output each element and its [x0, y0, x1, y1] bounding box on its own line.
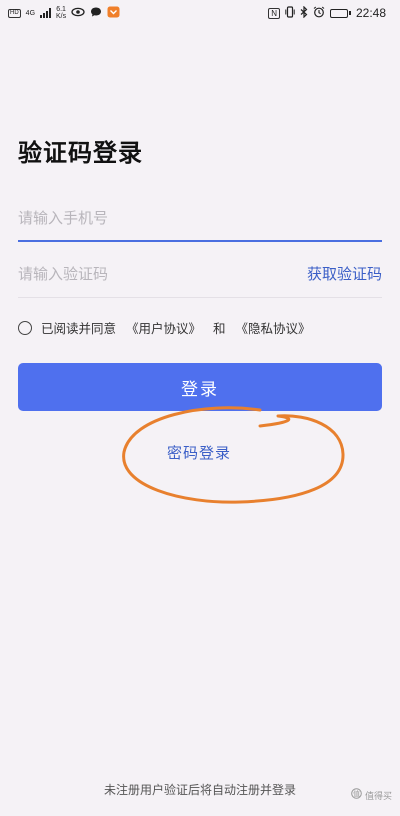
status-time: 22:48 [355, 6, 386, 20]
watermark-logo-icon: 值 [351, 788, 362, 802]
agreement-and: 和 [213, 321, 226, 336]
page-title: 验证码登录 [18, 139, 143, 167]
password-login-link[interactable]: 密码登录 [167, 442, 231, 463]
watermark-text: 值得买 [364, 791, 392, 802]
svg-text:值: 值 [353, 789, 360, 798]
get-code-button[interactable]: 获取验证码 [307, 263, 382, 284]
status-bar: HD 4G 6.1 K/s N 22:48 [0, 0, 400, 26]
alarm-icon [313, 6, 325, 21]
battery-icon [329, 8, 351, 18]
vibrate-icon [285, 5, 295, 21]
eye-icon [71, 7, 85, 20]
verification-code-input[interactable] [18, 264, 258, 283]
agree-radio[interactable] [18, 320, 32, 335]
phone-field [18, 196, 382, 242]
app-notification-icon [107, 6, 120, 21]
agreement-text: 已阅读并同意 [41, 321, 117, 336]
login-button[interactable]: 登录 [18, 363, 382, 411]
footer-note: 未注册用户验证后将自动注册并登录 [103, 783, 296, 797]
watermark: 值 值得买 [351, 788, 392, 802]
network-speed: 6.1 K/s [56, 6, 66, 20]
privacy-policy-link[interactable]: 《隐私协议》 [236, 318, 311, 337]
user-agreement-link[interactable]: 《用户协议》 [126, 318, 201, 337]
signal-icon [40, 8, 52, 18]
status-left: HD 4G 6.1 K/s [8, 6, 120, 21]
network-type: 4G [25, 9, 36, 17]
speed-value: 6.1 [56, 6, 66, 13]
speed-unit: K/s [56, 13, 67, 20]
phone-input[interactable] [18, 209, 258, 227]
chat-icon [90, 6, 102, 21]
agreement-row: 已阅读并同意 《用户协议》 和 《隐私协议》 [18, 318, 382, 337]
bluetooth-icon [300, 5, 308, 21]
nfc-icon: N [268, 7, 280, 19]
hd-badge: HD [8, 8, 21, 18]
status-right: N 22:48 [268, 5, 386, 21]
verification-code-field: 获取验证码 [18, 250, 382, 298]
